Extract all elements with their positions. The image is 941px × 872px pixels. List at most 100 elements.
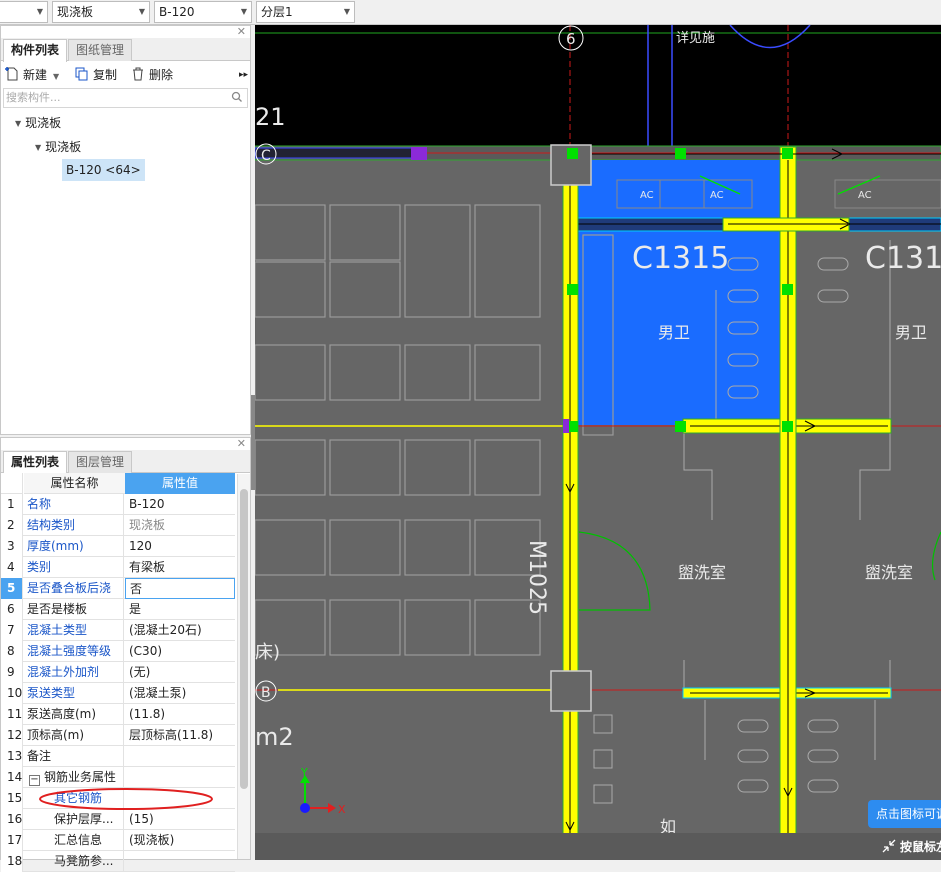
property-row[interactable]: 7 混凝土类型 (混凝土20石): [1, 620, 235, 641]
expand-icon[interactable]: ▼: [35, 140, 41, 156]
property-row[interactable]: 4 类别 有梁板: [1, 557, 235, 578]
more-actions-icon[interactable]: ▸▸: [239, 66, 248, 84]
property-row[interactable]: 13 备注: [1, 746, 235, 767]
property-name: 顶标高(m): [24, 725, 124, 746]
row-number: 15: [1, 788, 23, 809]
header-corner: [1, 473, 23, 494]
property-row[interactable]: 12 顶标高(m) 层顶标高(11.8): [1, 725, 235, 746]
property-value[interactable]: [125, 767, 235, 788]
property-row[interactable]: 6 是否是楼板 是: [1, 599, 235, 620]
collapse-icon[interactable]: [881, 838, 897, 854]
property-row[interactable]: 11 泵送高度(m) (11.8): [1, 704, 235, 725]
component-panel-tabs: 构件列表 图纸管理: [1, 38, 250, 62]
property-scrollbar[interactable]: [237, 474, 250, 859]
property-row[interactable]: 2 结构类别 现浇板: [1, 515, 235, 536]
property-value[interactable]: (现浇板): [125, 830, 235, 851]
property-row[interactable]: 14− 钢筋业务属性: [1, 767, 235, 788]
property-name-text: 混凝土外加剂: [27, 665, 100, 679]
ac-label: AC: [710, 190, 724, 201]
expand-icon[interactable]: ▼: [15, 116, 21, 132]
label-bed: 床): [255, 642, 280, 663]
property-value[interactable]: 现浇板: [125, 515, 235, 536]
component-search-input[interactable]: 搜索构件...: [3, 88, 248, 108]
row-number: 9: [1, 662, 23, 683]
property-value[interactable]: 有梁板: [125, 557, 235, 578]
component-list-panel: ✕ 构件列表 图纸管理 新建 ▼ 复制 删除 ▸▸ 搜索构件... ▼ 现浇板 ▼ 现…: [0, 25, 251, 435]
copy-button[interactable]: 复制: [75, 66, 117, 84]
tree-child[interactable]: ▼ 现浇板: [35, 139, 81, 156]
chevron-down-icon: ▼: [343, 7, 350, 16]
delete-label: 删除: [149, 68, 174, 82]
property-value[interactable]: (C30): [125, 641, 235, 662]
component-type-dropdown[interactable]: 现浇板 ▼: [52, 1, 150, 23]
tab-component-list[interactable]: 构件列表: [3, 39, 68, 62]
row-number: 7: [1, 620, 23, 641]
property-row[interactable]: 3 厚度(mm) 120: [1, 536, 235, 557]
mouse-tip: 按鼠标左: [900, 840, 941, 854]
row-number: 13: [1, 746, 23, 767]
property-name-text: 名称: [27, 497, 52, 511]
property-value[interactable]: [125, 851, 235, 872]
cad-canvas[interactable]: 6 详见施 21 C AC AC AC B C1315 C131 男卫 男卫 M…: [255, 25, 941, 860]
component-name-value: B-120: [159, 5, 195, 19]
room-label-mens-restroom: 男卫: [658, 323, 690, 342]
property-name-text: 厚度(mm): [27, 539, 84, 553]
property-row[interactable]: 9 混凝土外加剂 (无): [1, 662, 235, 683]
property-row[interactable]: 17 汇总信息 (现浇板): [1, 830, 235, 851]
property-table-header: 属性名称 属性值: [1, 473, 235, 494]
chevron-down-icon: ▼: [138, 7, 145, 16]
hint-tooltip[interactable]: 点击图标可调: [868, 800, 941, 828]
property-value[interactable]: 层顶标高(11.8): [125, 725, 235, 746]
property-name-text: 类别: [27, 560, 52, 574]
property-value[interactable]: 120: [125, 536, 235, 557]
axis-x-label: X: [338, 803, 346, 816]
tab-drawing-management[interactable]: 图纸管理: [68, 39, 133, 61]
property-row[interactable]: 1 名称 B-120: [1, 494, 235, 515]
property-value[interactable]: (11.8): [125, 704, 235, 725]
close-icon[interactable]: ✕: [237, 438, 246, 450]
row-number: 12: [1, 725, 23, 746]
row-number: 16: [1, 809, 23, 830]
row-number: 2: [1, 515, 23, 536]
property-name-text: 是否叠合板后浇: [27, 581, 112, 595]
room-label-washroom: 盥洗室: [865, 563, 913, 582]
collapse-icon[interactable]: −: [29, 775, 40, 786]
layer-value: 分层1: [261, 5, 293, 19]
delete-button[interactable]: 删除: [131, 66, 173, 84]
property-row[interactable]: 8 混凝土强度等级 (C30): [1, 641, 235, 662]
component-name-dropdown[interactable]: B-120 ▼: [154, 1, 252, 23]
property-value[interactable]: (混凝土泵): [125, 683, 235, 704]
tab-property-list[interactable]: 属性列表: [3, 451, 68, 474]
tree-leaf-selected[interactable]: B-120 <64>: [62, 159, 145, 181]
scrollbar-thumb[interactable]: [240, 489, 248, 789]
close-icon[interactable]: ✕: [237, 26, 246, 38]
row-number: 18: [1, 851, 23, 872]
panel-splitter[interactable]: [251, 395, 255, 490]
ac-label: AC: [640, 190, 654, 201]
floor-dropdown[interactable]: ▼: [0, 1, 48, 23]
property-value[interactable]: (混凝土20石): [125, 620, 235, 641]
property-value[interactable]: [125, 746, 235, 767]
property-row[interactable]: 5 是否叠合板后浇否: [1, 578, 235, 599]
property-row[interactable]: 10 泵送类型 (混凝土泵): [1, 683, 235, 704]
property-value[interactable]: (无): [125, 662, 235, 683]
property-value[interactable]: 否: [125, 578, 235, 599]
new-label: 新建: [23, 68, 48, 82]
property-row[interactable]: 18 马凳筋参...: [1, 851, 235, 872]
row-number: 3: [1, 536, 23, 557]
tree-root[interactable]: ▼ 现浇板: [15, 115, 61, 132]
row-number: 14: [1, 767, 23, 788]
search-icon[interactable]: [231, 91, 243, 103]
room-label-mens-restroom: 男卫: [895, 323, 927, 342]
ac-label: AC: [858, 190, 872, 201]
property-value[interactable]: 是: [125, 599, 235, 620]
property-name: 是否叠合板后浇: [24, 578, 124, 599]
property-value[interactable]: B-120: [125, 494, 235, 515]
property-name-text: 汇总信息: [54, 833, 103, 847]
property-name-text: 顶标高(m): [27, 728, 85, 742]
selected-slab[interactable]: [578, 160, 784, 425]
tab-layer-management[interactable]: 图层管理: [68, 451, 133, 473]
layer-dropdown[interactable]: 分层1 ▼: [256, 1, 355, 23]
new-button[interactable]: 新建 ▼: [5, 66, 59, 84]
property-name-text: 马凳筋参...: [54, 854, 114, 868]
